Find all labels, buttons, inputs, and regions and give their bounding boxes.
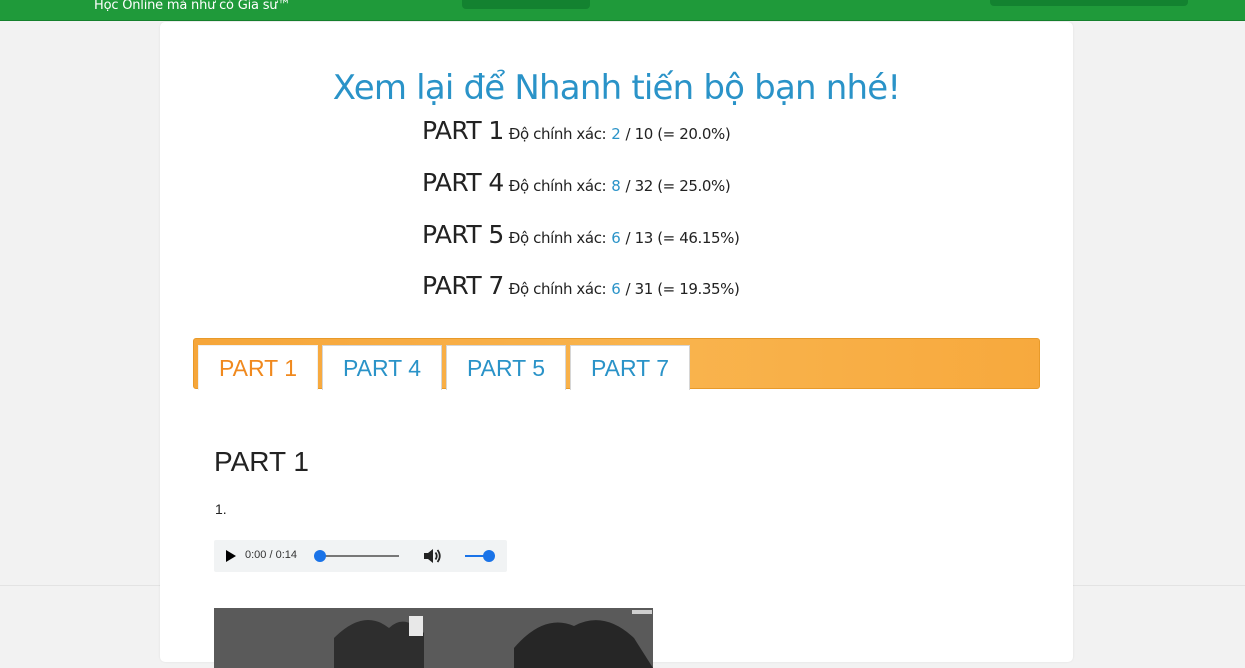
correct-count: 6 [611,280,621,298]
score-row-part-7: PART 7 Độ chính xác: 6 / 31 (= 19.35%) [422,271,740,301]
score-row-part-4: PART 4 Độ chính xác: 8 / 32 (= 25.0%) [422,168,731,198]
nav-search-partial[interactable] [990,0,1188,6]
seek-slider[interactable] [314,550,399,562]
question-photo [214,608,653,668]
nav-button-partial[interactable] [462,0,590,9]
score-row-part-5: PART 5 Độ chính xác: 6 / 13 (= 46.15%) [422,220,740,250]
correct-count: 8 [611,177,621,195]
tab-part-7[interactable]: PART 7 [570,345,690,390]
top-navbar: Học Online mà như có Gia sư™ [0,0,1245,21]
play-icon[interactable] [226,550,236,562]
total-count: / 32 (= 25.0%) [625,177,731,195]
accuracy-label: Độ chính xác: [508,177,607,195]
tab-part-1[interactable]: PART 1 [198,345,318,390]
tab-part-4[interactable]: PART 4 [322,345,442,390]
score-part-name: PART 1 [422,116,504,145]
seek-knob[interactable] [314,550,326,562]
score-part-name: PART 7 [422,271,504,300]
site-slogan: Học Online mà như có Gia sư™ [94,0,291,13]
volume-slider[interactable] [465,550,495,562]
audio-player: 0:00 / 0:14 [214,540,507,572]
total-count: / 31 (= 19.35%) [625,280,740,298]
total-count: / 10 (= 20.0%) [625,125,731,143]
tab-part-5[interactable]: PART 5 [446,345,566,390]
part-tab-bar: PART 1 PART 4 PART 5 PART 7 [193,338,1040,390]
review-card: Xem lại để Nhanh tiến bộ bạn nhé! PART 1… [160,22,1073,668]
section-title: PART 1 [214,446,309,477]
volume-icon[interactable] [422,547,442,565]
score-part-name: PART 5 [422,220,504,249]
volume-knob[interactable] [483,550,495,562]
score-part-name: PART 4 [422,168,504,197]
correct-count: 2 [611,125,621,143]
score-row-part-1: PART 1 Độ chính xác: 2 / 10 (= 20.0%) [422,116,731,146]
question-number: 1. [215,501,227,517]
review-headline: Xem lại để Nhanh tiến bộ bạn nhé! [332,68,901,108]
total-count: / 13 (= 46.15%) [625,229,740,247]
correct-count: 6 [611,229,621,247]
audio-time: 0:00 / 0:14 [245,549,297,561]
accuracy-label: Độ chính xác: [508,280,607,298]
accuracy-label: Độ chính xác: [508,229,607,247]
accuracy-label: Độ chính xác: [508,125,607,143]
